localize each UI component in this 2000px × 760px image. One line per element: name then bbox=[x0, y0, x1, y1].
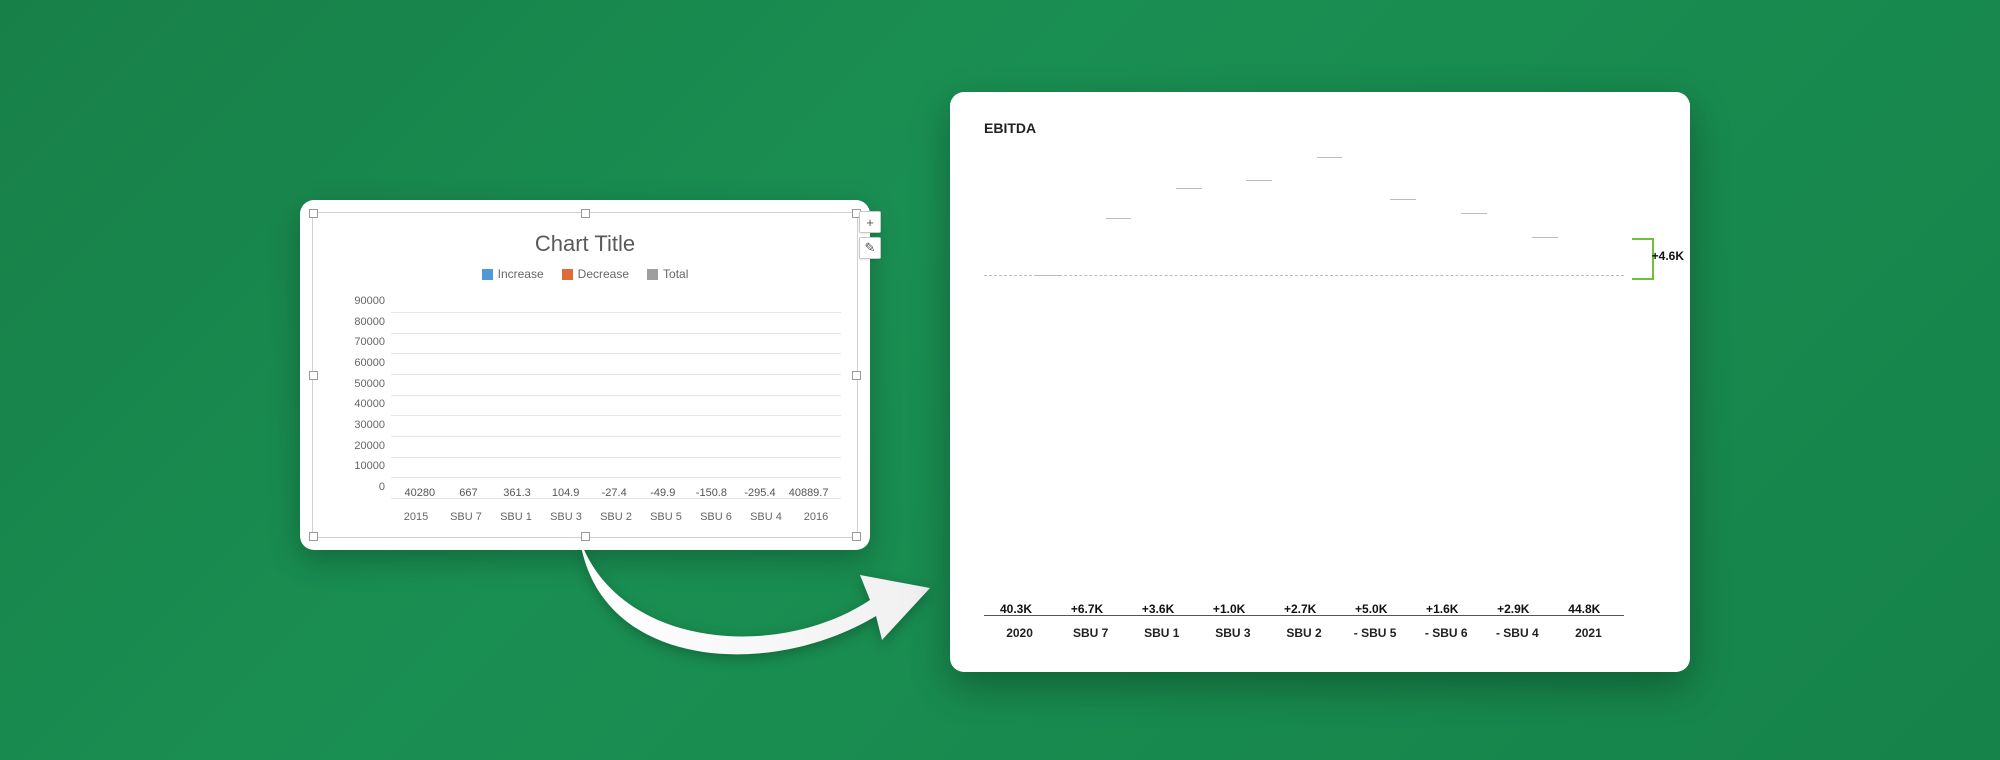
x-tick: SBU 1 bbox=[1126, 626, 1197, 640]
legend-label-decrease: Decrease bbox=[578, 267, 629, 281]
data-label: -150.8 bbox=[696, 487, 727, 499]
legend-swatch-decrease bbox=[562, 269, 573, 280]
resize-handle-mr[interactable] bbox=[852, 371, 861, 380]
x-tick: 2020 bbox=[984, 626, 1055, 640]
data-label: 40280 bbox=[405, 487, 436, 499]
y-tick: 20000 bbox=[354, 440, 385, 452]
y-tick: 90000 bbox=[354, 295, 385, 307]
data-label: -49.9 bbox=[650, 487, 675, 499]
data-label: 40889.7 bbox=[789, 487, 829, 499]
data-label: 104.9 bbox=[552, 487, 580, 499]
y-tick: 10000 bbox=[354, 460, 385, 472]
data-label: +1.0K bbox=[1213, 602, 1245, 616]
data-label: -27.4 bbox=[602, 487, 627, 499]
chart-title: EBITDA bbox=[984, 120, 1036, 136]
x-tick: SBU 3 bbox=[1197, 626, 1268, 640]
delta-label: +4.6K bbox=[1652, 249, 1684, 263]
data-label: +1.6K bbox=[1426, 602, 1458, 616]
x-axis: 2020 SBU 7 SBU 1 SBU 3 SBU 2 - SBU 5 - S… bbox=[984, 626, 1624, 640]
data-label: +6.7K bbox=[1071, 602, 1103, 616]
y-tick: 70000 bbox=[354, 336, 385, 348]
resize-handle-mt[interactable] bbox=[581, 209, 590, 218]
x-tick: SBU 3 bbox=[541, 511, 591, 523]
legend-item-total[interactable]: Total bbox=[647, 267, 688, 281]
y-tick: 60000 bbox=[354, 357, 385, 369]
data-label: 361.3 bbox=[503, 487, 531, 499]
data-label: 40.3K bbox=[1000, 602, 1032, 616]
resize-handle-tl[interactable] bbox=[309, 209, 318, 218]
legend-label-total: Total bbox=[663, 267, 688, 281]
legend-label-increase: Increase bbox=[498, 267, 544, 281]
chart-title[interactable]: Chart Title bbox=[313, 213, 857, 257]
y-tick: 0 bbox=[379, 481, 385, 493]
x-tick: SBU 4 bbox=[741, 511, 791, 523]
chart-plot-area[interactable]: 0 10000 20000 30000 40000 50000 60000 70… bbox=[343, 313, 841, 499]
x-tick: SBU 7 bbox=[441, 511, 491, 523]
ebitda-chart-card: EBITDA 40.3K +6.7K +3.6K +1.0K bbox=[950, 92, 1690, 672]
excel-chart-card: + ✎ Chart Title Increase Decrease Total … bbox=[300, 200, 870, 550]
data-label: +3.6K bbox=[1142, 602, 1174, 616]
chart-selection-frame[interactable]: + ✎ Chart Title Increase Decrease Total … bbox=[312, 212, 858, 538]
x-axis: 2015 SBU 7 SBU 1 SBU 3 SBU 2 SBU 5 SBU 6… bbox=[391, 511, 841, 523]
chart-legend[interactable]: Increase Decrease Total bbox=[313, 267, 857, 281]
legend-item-increase[interactable]: Increase bbox=[482, 267, 544, 281]
y-tick: 30000 bbox=[354, 419, 385, 431]
x-tick: 2016 bbox=[791, 511, 841, 523]
x-tick: SBU 2 bbox=[591, 511, 641, 523]
y-tick: 50000 bbox=[354, 378, 385, 390]
x-tick: 2015 bbox=[391, 511, 441, 523]
legend-swatch-increase bbox=[482, 269, 493, 280]
x-tick: - SBU 6 bbox=[1411, 626, 1482, 640]
x-tick: SBU 7 bbox=[1055, 626, 1126, 640]
x-tick: SBU 1 bbox=[491, 511, 541, 523]
x-tick: - SBU 4 bbox=[1482, 626, 1553, 640]
chart-bars: 40280 667 361.3 104.9 -27.4 bbox=[391, 313, 841, 499]
chart-plot-area: 40.3K +6.7K +3.6K +1.0K +2.7K bbox=[984, 152, 1624, 616]
y-axis: 0 10000 20000 30000 40000 50000 60000 70… bbox=[343, 313, 389, 499]
legend-item-decrease[interactable]: Decrease bbox=[562, 267, 629, 281]
x-tick: SBU 6 bbox=[691, 511, 741, 523]
transform-arrow-icon bbox=[560, 530, 940, 680]
data-label: -295.4 bbox=[744, 487, 775, 499]
chart-styles-button[interactable]: ✎ bbox=[859, 237, 881, 259]
data-label: 44.8K bbox=[1568, 602, 1600, 616]
data-label: +2.9K bbox=[1497, 602, 1529, 616]
resize-handle-ml[interactable] bbox=[309, 371, 318, 380]
chart-elements-button[interactable]: + bbox=[859, 211, 881, 233]
y-tick: 40000 bbox=[354, 398, 385, 410]
x-tick: - SBU 5 bbox=[1340, 626, 1411, 640]
y-tick: 80000 bbox=[354, 316, 385, 328]
x-tick: SBU 5 bbox=[641, 511, 691, 523]
resize-handle-bl[interactable] bbox=[309, 532, 318, 541]
x-tick: 2021 bbox=[1553, 626, 1624, 640]
x-tick: SBU 2 bbox=[1268, 626, 1339, 640]
legend-swatch-total bbox=[647, 269, 658, 280]
data-label: +2.7K bbox=[1284, 602, 1316, 616]
data-label: +5.0K bbox=[1355, 602, 1387, 616]
data-label: 667 bbox=[459, 487, 477, 499]
